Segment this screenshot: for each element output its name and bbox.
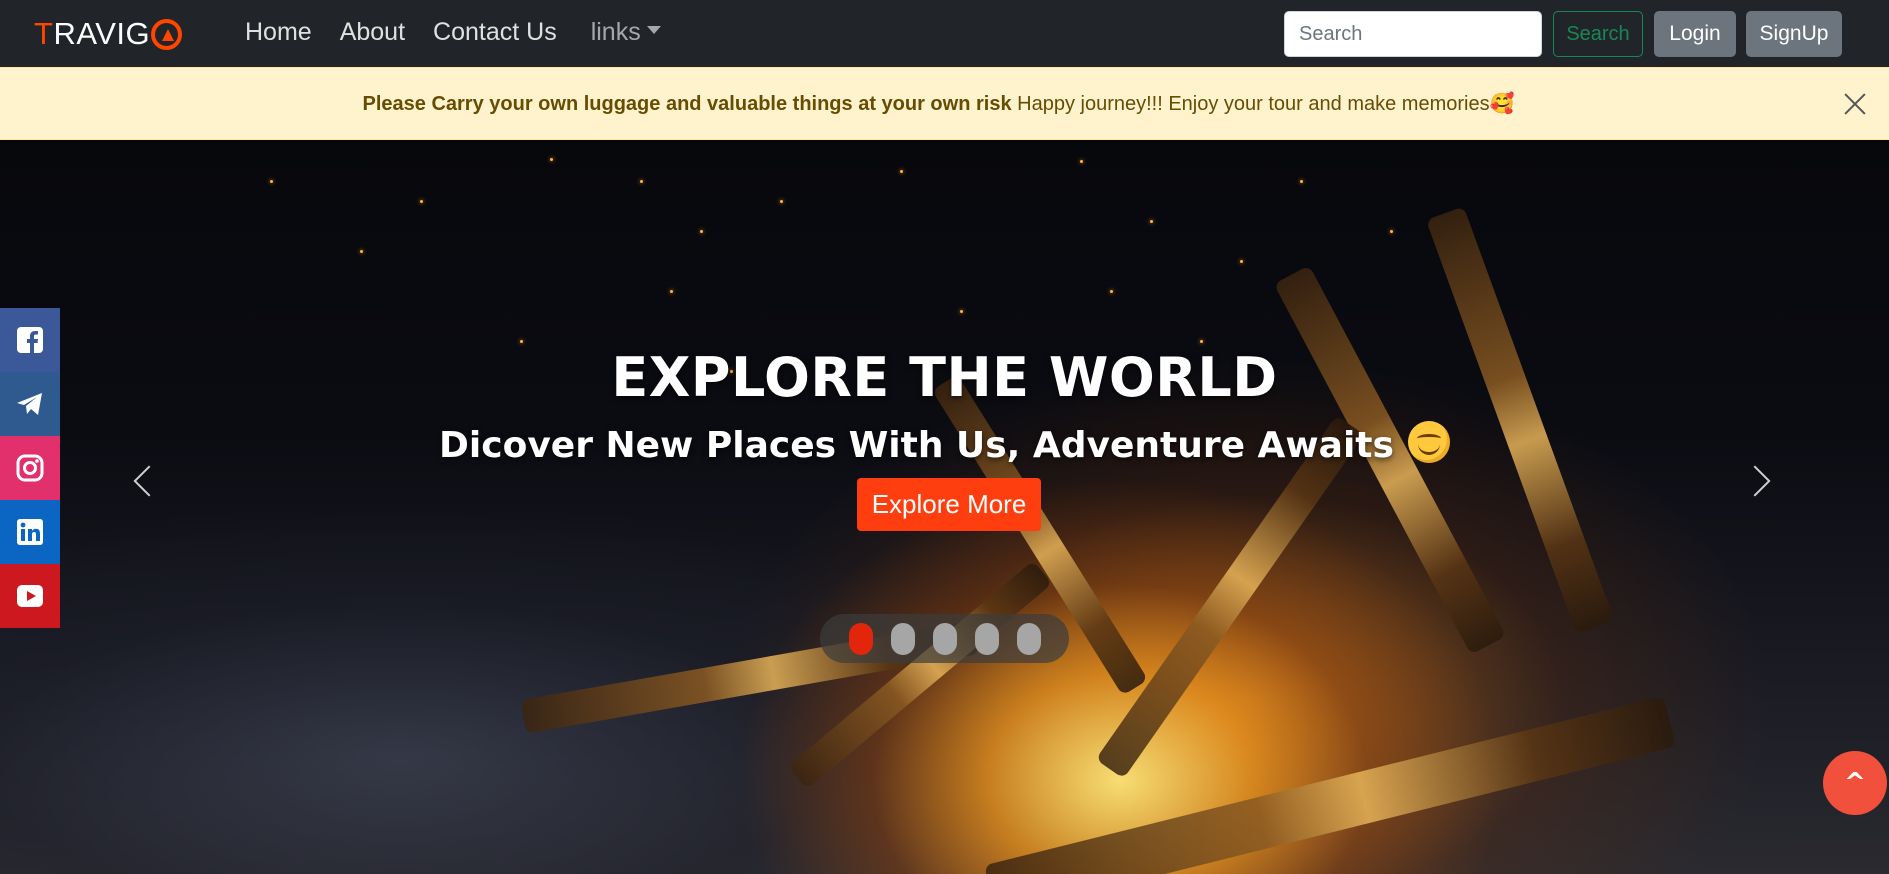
alert-strong-text: Please Carry your own luggage and valuab…	[362, 93, 1012, 115]
carousel-next-icon[interactable]	[1739, 465, 1771, 497]
brand-letter-t: T	[34, 16, 54, 51]
brand-logo[interactable]: T RAVIG	[34, 16, 183, 52]
linkedin-link[interactable]	[0, 500, 60, 564]
alert-banner: Please Carry your own luggage and valuab…	[0, 67, 1889, 140]
carousel-indicator-1[interactable]	[848, 622, 873, 655]
signup-button[interactable]: SignUp	[1746, 11, 1842, 57]
caret-down-icon	[646, 26, 661, 35]
nav-dropdown-label: links	[590, 18, 641, 46]
hero-carousel: EXPLORE THE WORLD Dicover New Places Wit…	[0, 140, 1889, 874]
youtube-icon	[17, 585, 43, 607]
alert-message: Happy journey!!! Enjoy your tour and mak…	[1011, 93, 1515, 115]
nav-links: Home About Contact Us links	[245, 18, 689, 47]
nav-link-about[interactable]: About	[340, 18, 405, 47]
carousel-indicator-3[interactable]	[932, 622, 957, 655]
brand-o-logo-icon	[151, 18, 183, 50]
search-button[interactable]: Search	[1553, 11, 1643, 57]
search-input[interactable]	[1284, 11, 1542, 57]
carousel-indicator-5[interactable]	[1016, 622, 1041, 655]
brand-text: RAVIG	[53, 16, 151, 51]
carousel-indicators	[820, 614, 1069, 663]
explore-more-button[interactable]: Explore More	[857, 478, 1041, 531]
telegram-link[interactable]	[0, 372, 60, 436]
linkedin-icon	[17, 519, 43, 545]
nav-link-home[interactable]: Home	[245, 18, 312, 47]
hero-subtitle-text: Dicover New Places With Us, Adventure Aw…	[439, 425, 1394, 466]
hero-title: EXPLORE THE WORLD	[611, 346, 1278, 409]
back-to-top-button[interactable]: ^	[1823, 751, 1887, 815]
nav-link-contact[interactable]: Contact Us	[433, 18, 557, 47]
instagram-link[interactable]	[0, 436, 60, 500]
hero-subtitle: Dicover New Places With Us, Adventure Aw…	[0, 421, 1889, 466]
alert-text: Please Carry your own luggage and valuab…	[363, 91, 1515, 116]
carousel-indicator-2[interactable]	[890, 622, 915, 655]
facebook-link[interactable]	[0, 308, 60, 372]
login-button[interactable]: Login	[1654, 11, 1736, 57]
carousel-prev-icon[interactable]	[133, 465, 165, 497]
youtube-link[interactable]	[0, 564, 60, 628]
smile-emoji-icon	[1407, 421, 1450, 463]
telegram-icon	[17, 393, 42, 415]
carousel-indicator-4[interactable]	[974, 622, 999, 655]
social-sidebar	[0, 308, 60, 628]
close-icon[interactable]	[1841, 90, 1869, 118]
navbar: T RAVIG Home About Contact Us links Searc…	[0, 0, 1889, 68]
instagram-icon	[16, 454, 44, 482]
nav-dropdown-links[interactable]: links	[591, 18, 661, 47]
facebook-icon	[17, 327, 43, 353]
